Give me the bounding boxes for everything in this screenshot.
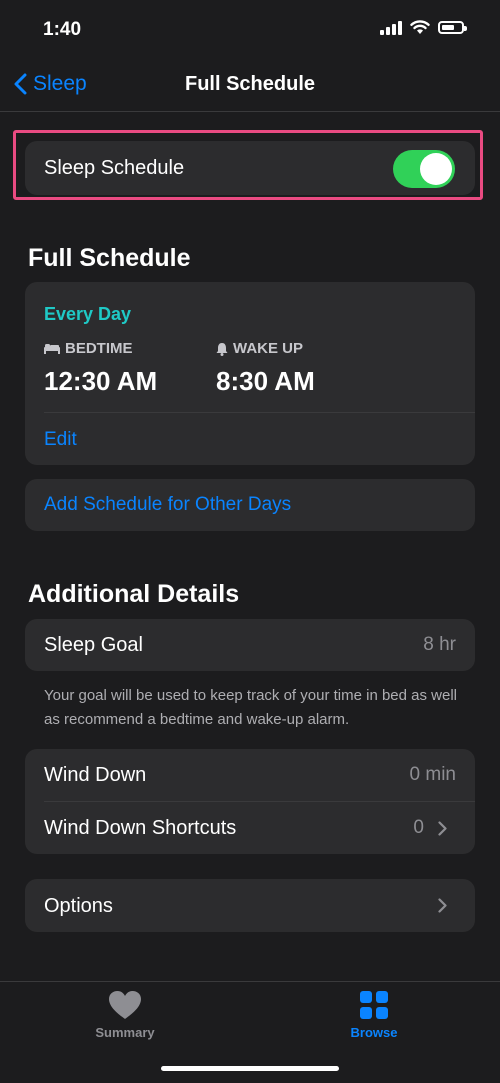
chevron-right-icon [438,898,447,913]
bedtime-label: BEDTIME [65,340,133,357]
wind-down-group: Wind Down 0 min Wind Down Shortcuts 0 [25,749,475,854]
add-schedule-row[interactable]: Add Schedule for Other Days [25,479,475,531]
status-bar: 1:40 [0,0,500,60]
wakeup-value: 8:30 AM [216,366,315,396]
bell-icon [216,342,228,356]
wind-down-label: Wind Down [44,764,147,786]
tab-summary-label: Summary [95,1025,155,1040]
edit-button[interactable]: Edit [44,429,77,451]
sleep-goal-label: Sleep Goal [44,634,143,656]
heart-icon [109,991,141,1019]
add-schedule-button[interactable]: Add Schedule for Other Days [44,494,291,516]
status-icons [380,20,467,35]
wakeup-header: WAKE UP [216,340,303,357]
battery-icon [438,21,467,34]
grid-icon [360,991,388,1019]
sleep-goal-row[interactable]: Sleep Goal 8 hr [25,619,475,671]
wifi-icon [410,20,430,34]
sleep-goal-footnote: Your goal will be used to keep track of … [44,687,458,728]
bedtime-value: 12:30 AM [44,366,158,396]
sleep-goal-value: 8 hr [423,634,456,655]
bedtime-header: BEDTIME [44,340,133,357]
home-indicator [161,1066,339,1071]
wind-down-row[interactable]: Wind Down 0 min [25,749,475,801]
cellular-signal-icon [380,20,402,35]
options-label: Options [44,895,113,917]
wind-down-shortcuts-value: 0 [413,817,424,838]
schedule-days: Every Day [44,304,132,324]
chevron-right-icon [438,821,447,836]
schedule-card[interactable]: Every Day BEDTIME 12:30 AM WAKE UP 8:30 … [25,282,475,465]
divider [44,412,475,413]
tab-browse[interactable]: Browse [324,990,424,1040]
wakeup-label: WAKE UP [233,340,304,357]
options-row[interactable]: Options [25,879,475,932]
navigation-bar: Sleep Full Schedule [0,60,500,112]
wind-down-value: 0 min [409,764,456,785]
status-time: 1:40 [43,19,82,40]
page-title: Full Schedule [184,73,316,95]
wind-down-shortcuts-label: Wind Down Shortcuts [44,817,237,839]
wind-down-shortcuts-row[interactable]: Wind Down Shortcuts 0 [25,802,475,854]
highlight-frame [13,130,483,200]
tab-browse-label: Browse [350,1025,398,1040]
bed-icon [44,344,60,354]
full-schedule-heading: Full Schedule [28,244,191,272]
tab-summary[interactable]: Summary [75,990,175,1040]
additional-details-heading: Additional Details [28,580,240,608]
